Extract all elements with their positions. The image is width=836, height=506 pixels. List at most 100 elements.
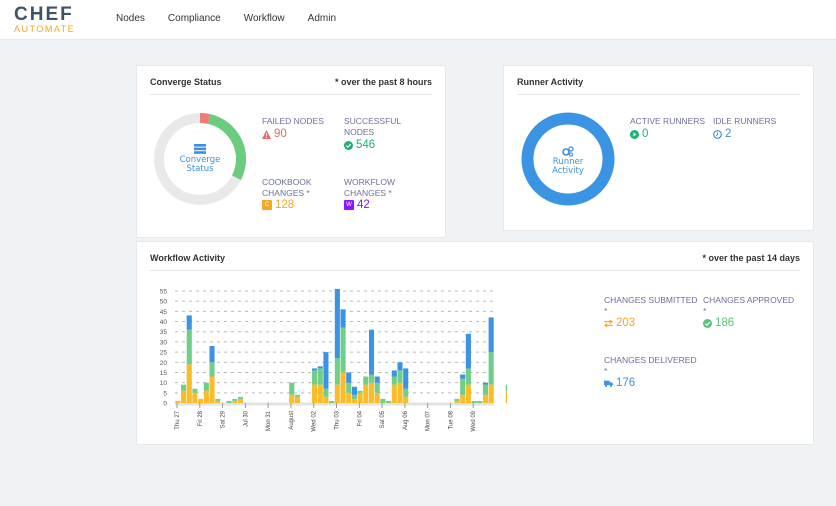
- submitted-label-text: CHANGES SUBMITTED: [604, 295, 698, 305]
- truck-icon: [604, 380, 613, 387]
- bar-delivered: [209, 345, 215, 363]
- cookbook-changes-stat[interactable]: C 128: [262, 199, 294, 211]
- cookbook-changes-label: COOKBOOK CHANGES *: [262, 177, 312, 199]
- check-circle-icon: [344, 140, 353, 150]
- bar-approved: [397, 370, 403, 383]
- bar-approved: [192, 388, 198, 393]
- gears-icon: [562, 146, 574, 157]
- workflow-changes-stat[interactable]: W 42: [344, 199, 370, 211]
- nav-nodes[interactable]: Nodes: [116, 13, 145, 24]
- server-icon: [194, 144, 206, 154]
- bar-submitted: [312, 384, 318, 403]
- bar-approved: [391, 376, 397, 385]
- bar-approved: [380, 398, 386, 403]
- bar-approved: [471, 400, 477, 403]
- bar-delivered: [391, 370, 397, 377]
- idle-runners-stat[interactable]: 2: [713, 128, 731, 140]
- bar-approved: [465, 368, 471, 385]
- bar-submitted: [209, 376, 215, 403]
- nav-admin[interactable]: Admin: [308, 13, 336, 24]
- y-tick-label: 30: [160, 339, 168, 346]
- bar-delivered: [460, 374, 466, 379]
- bar-submitted: [363, 384, 369, 403]
- exchange-icon: [604, 318, 613, 328]
- bar-delivered: [346, 372, 352, 383]
- bar-submitted: [215, 400, 221, 403]
- y-tick-label: 40: [160, 319, 168, 326]
- bar-delivered: [403, 368, 409, 389]
- time-range-note: * over the past 14 days: [702, 253, 800, 263]
- bar-submitted: [323, 396, 329, 403]
- workflow-badge-icon: W: [344, 200, 354, 210]
- bar-approved: [334, 358, 340, 385]
- cookbook-badge-icon: C: [262, 200, 272, 210]
- active-runners-value: 0: [642, 128, 649, 140]
- changes-submitted-label: CHANGES SUBMITTED *: [604, 295, 698, 317]
- successful-nodes-label: SUCCESSFUL NODES: [344, 116, 401, 138]
- chef-automate-logo[interactable]: CHEF AUTOMATE: [14, 5, 76, 34]
- workflow-label-line2: CHANGES *: [344, 188, 392, 198]
- x-tick-label: Aug 06: [403, 410, 409, 430]
- changes-delivered-label: CHANGES DELIVERED *: [604, 355, 697, 377]
- card-header: Workflow Activity * over the past 14 day…: [150, 253, 800, 271]
- bar-delivered: [374, 376, 380, 383]
- changes-approved-stat[interactable]: 186: [703, 317, 734, 329]
- bar-submitted: [186, 364, 192, 403]
- x-tick-label: August: [289, 411, 295, 430]
- y-tick-label: 55: [160, 289, 168, 296]
- bar-approved: [215, 398, 221, 401]
- bar-approved: [232, 398, 238, 401]
- bar-approved: [312, 370, 318, 385]
- x-tick-label: Fri 04: [357, 410, 363, 426]
- nav-compliance[interactable]: Compliance: [168, 13, 221, 24]
- bar-approved: [488, 352, 494, 385]
- changes-delivered-value: 176: [616, 377, 636, 389]
- card-header: Converge Status * over the past 8 hours: [150, 77, 432, 95]
- bar-submitted: [346, 392, 352, 403]
- changes-delivered-stat[interactable]: 176: [604, 377, 635, 389]
- card-title: Converge Status: [150, 77, 222, 87]
- successful-nodes-stat[interactable]: 546: [344, 139, 375, 151]
- active-runners-label: ACTIVE RUNNERS: [630, 116, 706, 126]
- bar-submitted: [368, 382, 375, 403]
- x-tick-label: Thu 03: [335, 410, 341, 429]
- successful-label-line2: NODES: [344, 127, 375, 137]
- active-runners-stat[interactable]: 0: [630, 128, 648, 140]
- bar-submitted: [403, 396, 409, 403]
- bar-approved: [403, 388, 409, 397]
- card-title: Runner Activity: [517, 77, 584, 87]
- x-tick-label: Fri 28: [198, 410, 204, 426]
- idle-runners-value: 2: [725, 128, 732, 140]
- nav-workflow[interactable]: Workflow: [244, 13, 285, 24]
- workflow-activity-chart: 0 5 10 15 20 25 30 35 40 45 50 55 Thu 27 Fri 28 Sat 29…: [160, 289, 507, 432]
- x-tick-label: Wed 09: [471, 410, 477, 431]
- donut-center-label: Converge Status: [165, 156, 235, 174]
- x-tick-label: Mon 07: [426, 410, 432, 431]
- y-tick-label: 50: [160, 299, 168, 306]
- bar-submitted: [351, 398, 357, 403]
- top-navigation-bar: CHEF AUTOMATE Nodes Compliance Workflow …: [0, 0, 836, 40]
- changes-submitted-stat[interactable]: 203: [604, 317, 635, 329]
- approved-label-text: CHANGES APPROVED: [703, 295, 795, 305]
- check-circle-icon: [703, 318, 712, 328]
- bar-approved: [363, 376, 369, 385]
- bar-approved: [323, 388, 329, 397]
- bar-approved: [237, 396, 244, 399]
- bar-submitted: [454, 400, 460, 403]
- logo-automate-text: AUTOMATE: [14, 24, 76, 34]
- bar-delivered: [482, 382, 489, 385]
- failed-nodes-stat[interactable]: 90: [262, 128, 287, 140]
- runner-activity-card: Runner Activity Runner Activity ACTIVE R…: [503, 65, 814, 231]
- bar-submitted: [192, 392, 198, 403]
- bar-approved: [482, 384, 489, 395]
- x-tick-label: Sat 29: [221, 410, 227, 428]
- delivered-label-star: *: [604, 366, 608, 376]
- y-tick-label: 45: [160, 309, 168, 316]
- bar-submitted: [391, 384, 397, 403]
- bar-approved: [329, 400, 335, 403]
- cookbook-changes-value: 128: [275, 199, 295, 211]
- changes-submitted-value: 203: [616, 317, 636, 329]
- cookbook-label-line2: CHANGES *: [262, 188, 310, 198]
- y-tick-label: 25: [160, 350, 168, 357]
- bar-delivered: [186, 315, 192, 330]
